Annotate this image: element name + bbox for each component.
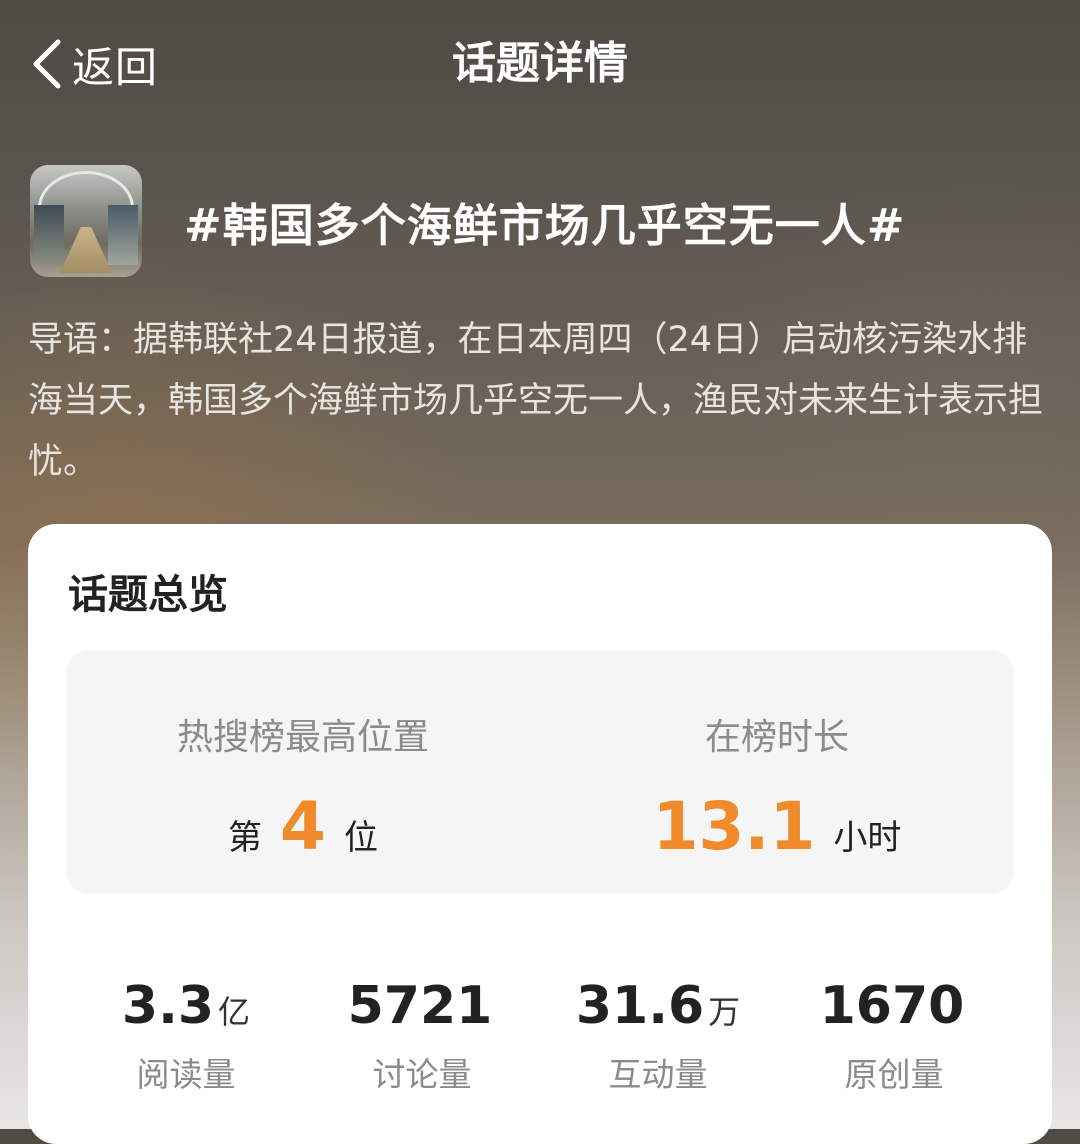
stat-value: 1670: [776, 976, 1012, 1040]
rank-number: 4: [280, 788, 326, 865]
stat-value: 5721: [304, 976, 540, 1040]
duration-label: 在榜时长: [704, 717, 849, 758]
topic-header: #韩国多个海鲜市场几乎空无一人#: [30, 165, 905, 277]
rank-suffix: 位: [343, 818, 378, 858]
stat-label: 讨论量: [372, 1055, 472, 1094]
stat-interactions: 31.6 万 互动量: [540, 976, 776, 1096]
stat-label: 阅读量: [136, 1055, 236, 1094]
stat-label: 原创量: [844, 1055, 944, 1094]
stats-row: 3.3 亿 阅读量 5721 讨论量 31.6 万 互动量 1670 原创量: [68, 976, 1012, 1096]
stat-unit: 亿: [218, 993, 251, 1031]
stat-number: 3.3: [121, 976, 215, 1036]
duration-number: 13.1: [652, 788, 816, 865]
topic-title: #韩国多个海鲜市场几乎空无一人#: [184, 198, 906, 252]
stat-original-posts: 1670 原创量: [776, 976, 1012, 1096]
overview-title: 话题总览: [68, 572, 228, 618]
topic-intro: 导语：据韩联社24日报道，在日本周四（24日）启动核污染水排海当天，韩国多个海鲜…: [28, 320, 1044, 482]
market-aisle-graphic: [60, 227, 112, 273]
stat-number: 5721: [347, 976, 493, 1036]
overview-card: 话题总览 热搜榜最高位置 第 4 位 在榜时长 13.1 小时 3.3 亿 阅读…: [28, 524, 1052, 1144]
market-stalls-left-graphic: [34, 205, 64, 265]
duration-unit: 小时: [833, 818, 902, 858]
stat-value: 31.6 万: [540, 976, 776, 1040]
highest-rank: 热搜榜最高位置 第 4 位: [66, 650, 540, 894]
market-stalls-right-graphic: [108, 205, 138, 265]
stat-number: 1670: [819, 976, 965, 1036]
nav-bar: 返回 话题详情: [0, 0, 1080, 120]
highest-rank-value: 第 4 位: [66, 788, 540, 865]
duration-value: 13.1 小时: [540, 788, 1014, 865]
stat-reads: 3.3 亿 阅读量: [68, 976, 304, 1096]
market-roof-graphic: [38, 171, 134, 208]
highest-rank-label: 热搜榜最高位置: [176, 717, 429, 758]
stat-number: 31.6: [575, 976, 705, 1036]
stat-value: 3.3 亿: [68, 976, 304, 1040]
page-title: 话题详情: [452, 38, 628, 89]
rank-panel: 热搜榜最高位置 第 4 位 在榜时长 13.1 小时: [66, 650, 1014, 894]
topic-thumbnail[interactable]: [30, 165, 142, 277]
stat-discussions: 5721 讨论量: [304, 976, 540, 1096]
stat-unit: 万: [708, 993, 741, 1031]
stat-label: 互动量: [608, 1055, 708, 1094]
rank-prefix: 第: [228, 818, 263, 858]
trending-duration: 在榜时长 13.1 小时: [540, 650, 1014, 894]
